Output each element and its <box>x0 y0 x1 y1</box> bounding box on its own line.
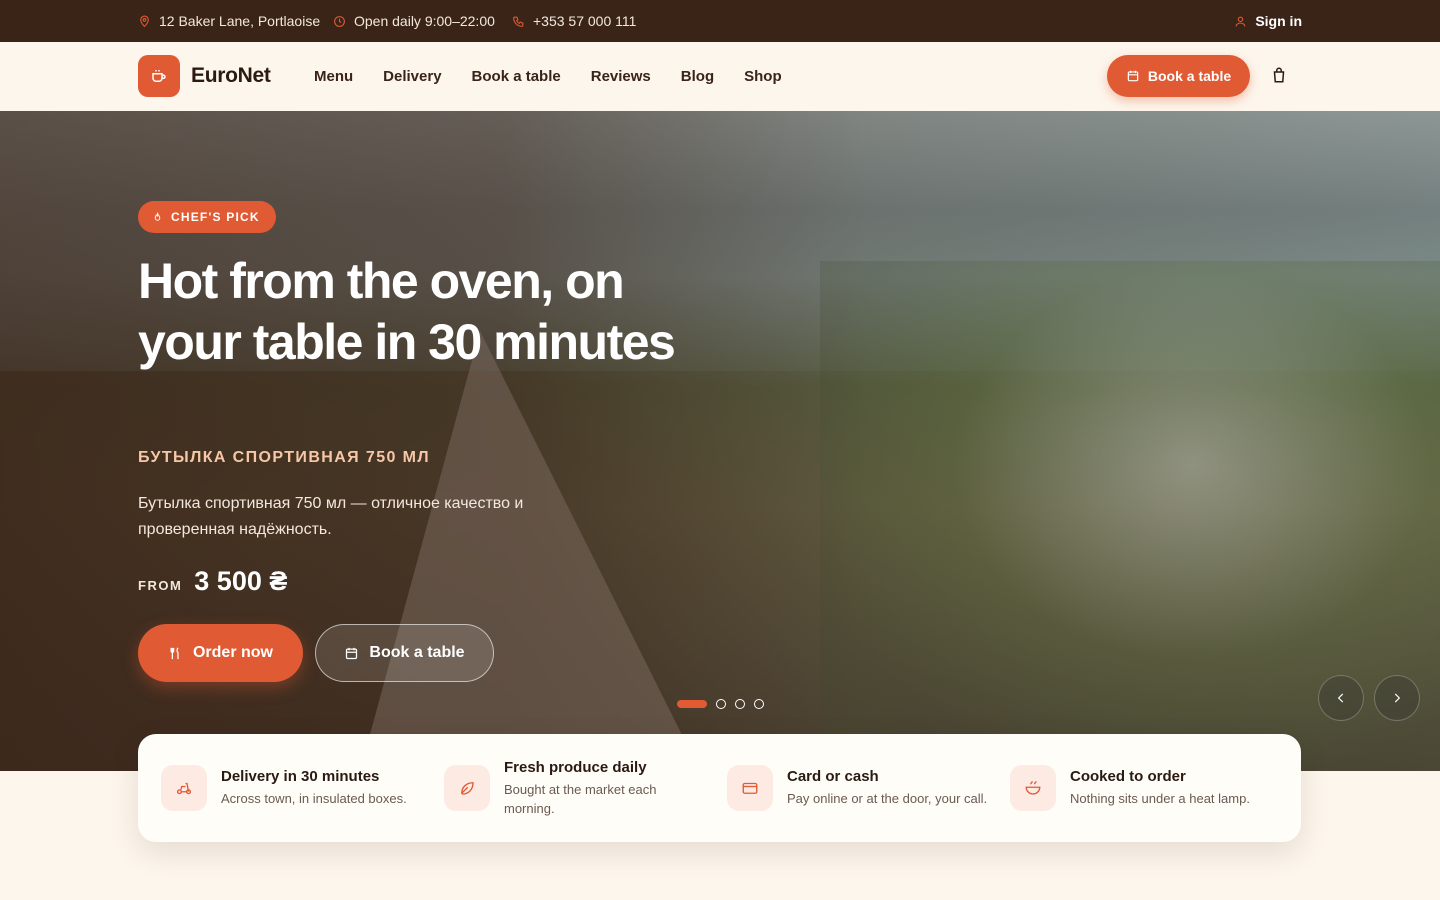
hero-title: Hot from the oven, on your table in 30 m… <box>138 253 676 370</box>
nav-item-reviews[interactable]: Reviews <box>591 68 651 85</box>
hero-book-table-button[interactable]: Book a table <box>315 624 494 682</box>
leaf-icon <box>461 782 474 795</box>
chevron-left-icon <box>1337 693 1344 703</box>
brand-logo[interactable]: EuroNet <box>138 55 271 97</box>
feature-description: Across town, in insulated boxes. <box>221 791 407 806</box>
feature-title: Card or cash <box>787 768 879 785</box>
user-icon <box>1235 16 1246 26</box>
slide-dot-1[interactable] <box>677 700 707 708</box>
hero-subtitle: БУТЫЛКА СПОРТИВНАЯ 750 МЛ <box>138 449 431 466</box>
order-now-button[interactable]: Order now <box>138 624 303 682</box>
features-strip: Delivery in 30 minutes Across town, in i… <box>138 734 1301 842</box>
slide-dot-4[interactable] <box>754 699 764 709</box>
feature-delivery: Delivery in 30 minutes Across town, in i… <box>161 734 407 842</box>
phone-link[interactable]: +353 57 000 111 <box>512 0 636 42</box>
clock-icon <box>334 15 345 27</box>
hero-banner: CHEF'S PICK Hot from the oven, on your t… <box>0 111 1440 771</box>
phone-icon <box>513 16 524 27</box>
feature-description: Nothing sits under a heat lamp. <box>1070 791 1250 806</box>
shopping-bag-icon <box>1273 67 1285 83</box>
chefs-pick-badge: CHEF'S PICK <box>138 201 276 233</box>
main-nav: Menu Delivery Book a table Reviews Blog … <box>314 42 782 111</box>
feature-icon-box <box>727 765 773 811</box>
address-text: 12 Baker Lane, Portlaoise <box>159 13 321 29</box>
header-book-table-label: Book a table <box>1147 68 1232 84</box>
hours-info: Open daily 9:00–22:00 <box>333 0 495 42</box>
hero-book-table-label: Book a table <box>369 644 465 661</box>
feature-description: Pay online or at the door, your call. <box>787 791 988 806</box>
feature-payment: Card or cash Pay online or at the door, … <box>727 734 987 842</box>
address-info: 12 Baker Lane, Portlaoise <box>138 0 320 42</box>
logo-mark <box>138 55 180 97</box>
feature-icon-box <box>1010 765 1056 811</box>
slide-dot-3[interactable] <box>735 699 745 709</box>
feature-description: Bought at the market each morning. <box>504 781 657 816</box>
nav-item-book-a-table[interactable]: Book a table <box>472 68 561 85</box>
badge-label: CHEF'S PICK <box>171 210 260 224</box>
nav-item-delivery[interactable]: Delivery <box>383 68 441 85</box>
scooter-icon <box>176 782 192 795</box>
nav-item-menu[interactable]: Menu <box>314 68 353 85</box>
card-icon <box>742 782 758 794</box>
sign-in-label: Sign in <box>1255 13 1302 29</box>
slider-next-button[interactable] <box>1374 675 1420 721</box>
price-value: 3 500 ₴ <box>194 566 288 596</box>
slide-dot-2[interactable] <box>716 699 726 709</box>
phone-text: +353 57 000 111 <box>533 13 637 29</box>
brand-name: EuroNet <box>191 64 271 87</box>
cutlery-icon <box>170 646 179 659</box>
chevron-right-icon <box>1394 693 1401 703</box>
location-pin-icon <box>140 15 149 27</box>
slider-prev-button[interactable] <box>1318 675 1364 721</box>
cart-button[interactable] <box>1270 66 1290 86</box>
feature-icon-box <box>444 765 490 811</box>
feature-title: Delivery in 30 minutes <box>221 768 380 785</box>
top-bar: 12 Baker Lane, Portlaoise Open daily 9:0… <box>0 0 1440 42</box>
bowl-icon <box>1025 781 1041 795</box>
calendar-icon <box>1127 70 1139 82</box>
price-prefix: FROM <box>138 578 183 593</box>
nav-item-shop[interactable]: Shop <box>744 68 782 85</box>
hero-price: FROM 3 500 ₴ <box>138 566 287 597</box>
hero-description: Бутылка спортивная 750 мл — отличное кач… <box>138 495 524 538</box>
calendar-icon <box>346 647 358 659</box>
header-book-table-button[interactable]: Book a table <box>1107 55 1250 97</box>
flame-icon <box>154 211 161 221</box>
nav-item-blog[interactable]: Blog <box>681 68 714 85</box>
feature-fresh-produce: Fresh produce daily Bought at the market… <box>444 734 694 842</box>
hero-background-boardwalk <box>360 331 700 771</box>
feature-icon-box <box>161 765 207 811</box>
feature-title: Fresh produce daily <box>504 758 647 776</box>
hours-text: Open daily 9:00–22:00 <box>354 13 495 29</box>
slider-dots <box>677 699 764 709</box>
sign-in-link[interactable]: Sign in <box>1234 0 1302 42</box>
feature-title: Cooked to order <box>1070 768 1186 785</box>
main-header: EuroNet Menu Delivery Book a table Revie… <box>0 42 1440 111</box>
order-now-label: Order now <box>192 644 273 661</box>
feature-cooked-to-order: Cooked to order Nothing sits under a hea… <box>1010 734 1250 842</box>
coffee-cup-icon <box>152 70 166 82</box>
